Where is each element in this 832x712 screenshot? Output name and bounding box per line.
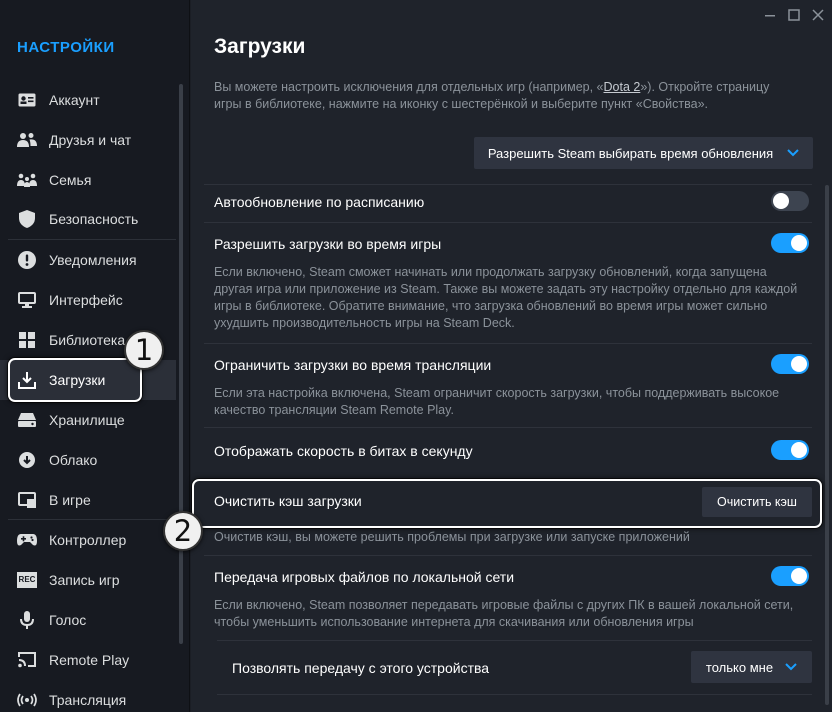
- downloads-highlight-frame: [8, 358, 142, 402]
- clear-cache-highlight-frame: [192, 479, 822, 528]
- limit-streaming-toggle[interactable]: [771, 354, 809, 374]
- divider: [204, 222, 812, 223]
- downloads-during-game-toggle[interactable]: [771, 233, 809, 253]
- sidebar-item-label: Remote Play: [49, 652, 130, 668]
- sidebar-item-label: В игре: [49, 492, 91, 508]
- scheduled-update-label: Автообновление по расписанию: [214, 194, 425, 210]
- sidebar-item-label: Облако: [49, 452, 98, 468]
- lan-transfer-label: Передача игровых файлов по локальной сет…: [214, 569, 515, 585]
- friends-icon: [16, 129, 38, 151]
- sidebar-item-security[interactable]: Безопасность: [0, 199, 176, 239]
- sidebar-item-interface[interactable]: Интерфейс: [0, 280, 176, 320]
- sidebar-item-label: Друзья и чат: [49, 132, 132, 148]
- close-icon: [812, 9, 824, 21]
- clear-cache-desc: Очистив кэш, вы можете решить проблемы п…: [214, 530, 690, 544]
- sidebar-item-remote-play[interactable]: Remote Play: [0, 640, 176, 680]
- maximize-icon: [788, 9, 800, 21]
- step-1-badge: 1: [124, 330, 164, 370]
- limit-streaming-label: Ограничить загрузки во время трансляции: [214, 357, 492, 373]
- chevron-down-icon: [787, 149, 799, 157]
- minimize-icon: [765, 15, 775, 17]
- share-from-device-label: Позволять передачу с этого устройства: [232, 660, 490, 676]
- sidebar-title: НАСТРОЙКИ: [17, 39, 115, 56]
- sidebar-item-game-recording[interactable]: REC Запись игр: [0, 560, 176, 600]
- in-game-icon: [16, 489, 38, 511]
- storage-drive-icon: [16, 409, 38, 431]
- divider: [204, 343, 812, 344]
- limit-streaming-desc: Если эта настройка включена, Steam огран…: [214, 386, 780, 417]
- sidebar-item-friends[interactable]: Друзья и чат: [0, 120, 176, 160]
- bits-per-second-toggle[interactable]: [771, 440, 809, 460]
- monitor-icon: [16, 289, 38, 311]
- sidebar-item-label: Уведомления: [49, 252, 137, 268]
- share-from-device-dropdown[interactable]: только мне: [691, 651, 812, 683]
- divider: [217, 640, 812, 641]
- downloads-during-game-label: Разрешить загрузки во время игры: [214, 236, 442, 252]
- window-controls: [760, 5, 828, 25]
- downloads-settings-panel: Загрузки Вы можете настроить исключения …: [191, 0, 832, 712]
- sidebar-item-in-game[interactable]: В игре: [0, 480, 176, 520]
- gamepad-icon: [16, 529, 38, 551]
- downloads-during-game-desc: Если включено, Steam сможет начинать или…: [214, 265, 798, 330]
- lan-transfer-toggle[interactable]: [771, 566, 809, 586]
- step-2-badge: 2: [163, 511, 203, 551]
- sidebar-item-label: Контроллер: [49, 532, 127, 548]
- cloud-icon: [16, 449, 38, 471]
- microphone-icon: [16, 609, 38, 631]
- sidebar-item-family[interactable]: Семья: [0, 160, 176, 200]
- sidebar-item-label: Трансляция: [49, 692, 127, 708]
- divider: [217, 694, 812, 695]
- dota2-link[interactable]: Dota 2: [604, 80, 641, 94]
- main-scrollbar[interactable]: [825, 185, 829, 705]
- scheduled-update-toggle[interactable]: [771, 191, 809, 211]
- divider: [204, 555, 812, 556]
- account-card-icon: [16, 89, 38, 111]
- shield-icon: [16, 208, 38, 230]
- sidebar-item-label: Аккаунт: [49, 92, 100, 108]
- intro-text: Вы можете настроить исключения для отдел…: [214, 80, 770, 111]
- lan-transfer-desc: Если включено, Steam позволяет передават…: [214, 598, 794, 629]
- library-grid-icon: [16, 329, 38, 351]
- page-title: Загрузки: [214, 35, 306, 58]
- sidebar-item-label: Запись игр: [49, 572, 120, 588]
- alert-icon: [16, 249, 38, 271]
- sidebar-item-storage[interactable]: Хранилище: [0, 400, 176, 440]
- update-schedule-dropdown[interactable]: Разрешить Steam выбирать время обновлени…: [474, 137, 813, 169]
- bits-per-second-label: Отображать скорость в битах в секунду: [214, 443, 473, 459]
- minimize-button[interactable]: [760, 5, 780, 25]
- sidebar-item-broadcasting[interactable]: Трансляция: [0, 680, 176, 712]
- cast-icon: [16, 649, 38, 671]
- family-icon: [16, 169, 38, 191]
- sidebar-scrollbar[interactable]: [179, 84, 183, 644]
- sidebar-item-label: Интерфейс: [49, 292, 123, 308]
- sidebar-item-account[interactable]: Аккаунт: [0, 80, 176, 120]
- divider: [204, 427, 812, 428]
- sidebar-item-label: Хранилище: [49, 412, 125, 428]
- sidebar-item-label: Семья: [49, 172, 92, 188]
- maximize-button[interactable]: [784, 5, 804, 25]
- sidebar-item-label: Безопасность: [49, 211, 139, 227]
- sidebar-item-label: Голос: [49, 612, 87, 628]
- sidebar-item-notifications[interactable]: Уведомления: [0, 240, 176, 280]
- sidebar-item-voice[interactable]: Голос: [0, 600, 176, 640]
- rec-icon: REC: [16, 569, 38, 591]
- sidebar-item-label: Библиотека: [49, 332, 126, 348]
- broadcast-icon: [16, 689, 38, 711]
- close-button[interactable]: [808, 5, 828, 25]
- sidebar-item-cloud[interactable]: Облако: [0, 440, 176, 480]
- sidebar-item-controller[interactable]: Контроллер: [0, 520, 176, 560]
- divider: [204, 184, 812, 185]
- chevron-down-icon: [785, 663, 797, 671]
